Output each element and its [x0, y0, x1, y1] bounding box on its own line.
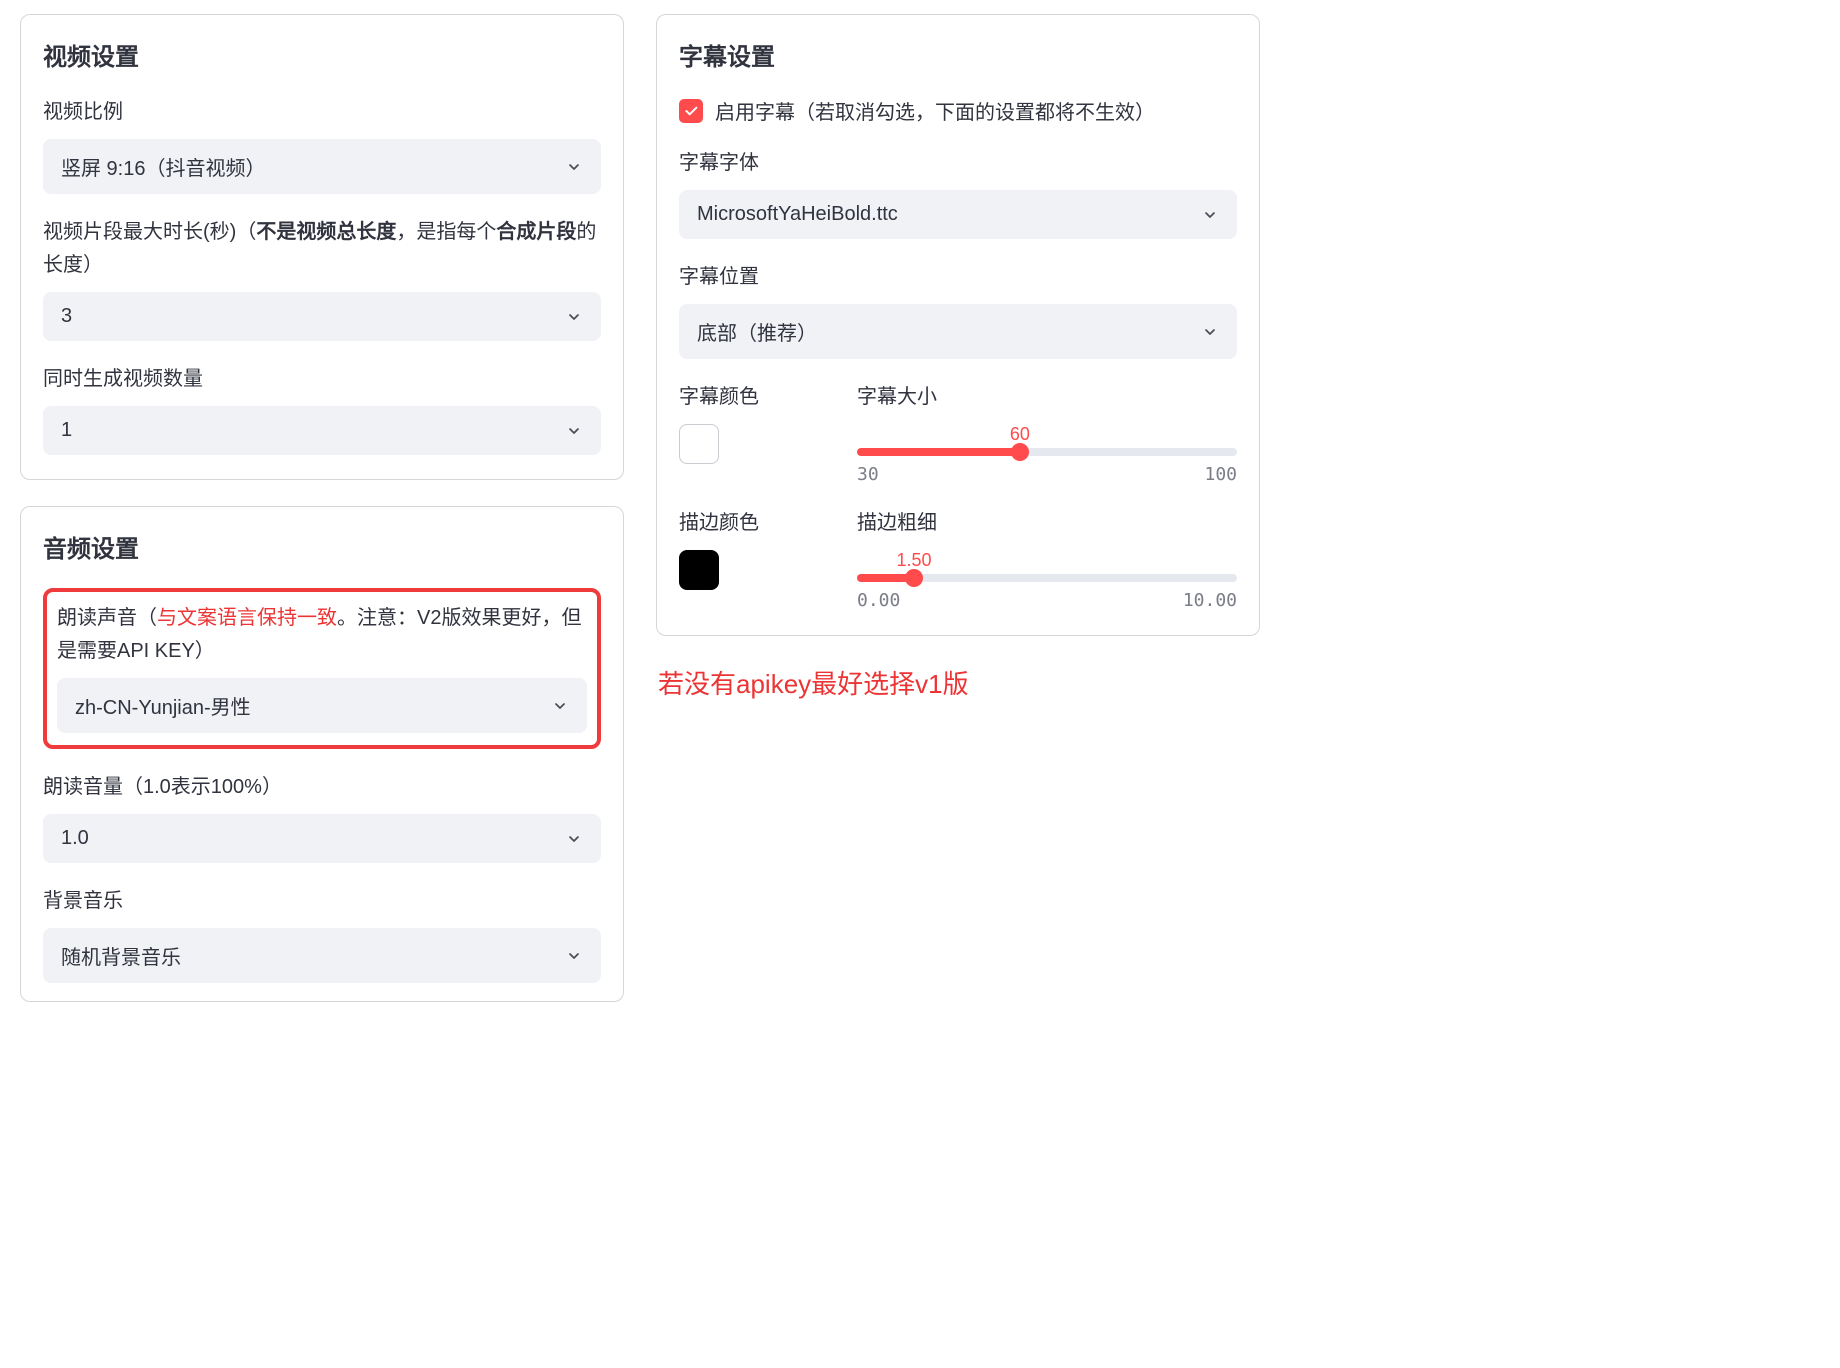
- video-aspect-label: 视频比例: [43, 96, 601, 129]
- video-settings-title: 视频设置: [43, 37, 601, 72]
- subtitle-font-value: MicrosoftYaHeiBold.ttc: [697, 203, 898, 226]
- chevron-down-icon: [565, 947, 583, 965]
- voice-select[interactable]: zh-CN-Yunjian-男性: [57, 678, 587, 733]
- volume-label: 朗读音量（1.0表示100%）: [43, 771, 601, 804]
- chevron-down-icon: [565, 830, 583, 848]
- concurrent-videos-label: 同时生成视频数量: [43, 363, 601, 396]
- subtitle-position-select[interactable]: 底部（推荐）: [679, 304, 1237, 359]
- subtitle-position-label: 字幕位置: [679, 261, 1237, 294]
- subtitle-font-select[interactable]: MicrosoftYaHeiBold.ttc: [679, 190, 1237, 239]
- bgm-value: 随机背景音乐: [61, 941, 181, 970]
- bgm-select[interactable]: 随机背景音乐: [43, 928, 601, 983]
- chevron-down-icon: [1201, 206, 1219, 224]
- voice-value: zh-CN-Yunjian-男性: [75, 691, 251, 720]
- volume-value: 1.0: [61, 827, 89, 850]
- stroke-width-max: 10.00: [1183, 590, 1237, 611]
- stroke-color-label: 描边颜色: [679, 507, 829, 540]
- clip-duration-label: 视频片段最大时长(秒)（不是视频总长度，是指每个合成片段的长度）: [43, 216, 601, 282]
- bgm-label: 背景音乐: [43, 885, 601, 918]
- subtitle-position-value: 底部（推荐）: [697, 317, 817, 346]
- enable-subtitle-checkbox[interactable]: [679, 99, 703, 123]
- subtitle-settings-panel: 字幕设置 启用字幕（若取消勾选，下面的设置都将不生效） 字幕字体 Microso…: [656, 14, 1260, 636]
- chevron-down-icon: [551, 697, 569, 715]
- clip-duration-value: 3: [61, 305, 72, 328]
- stroke-width-min: 0.00: [857, 590, 900, 611]
- chevron-down-icon: [1201, 323, 1219, 341]
- subtitle-settings-title: 字幕设置: [679, 37, 1237, 72]
- concurrent-videos-value: 1: [61, 419, 72, 442]
- subtitle-size-slider[interactable]: 60 30 100: [857, 424, 1237, 485]
- audio-settings-title: 音频设置: [43, 529, 601, 564]
- chevron-down-icon: [565, 308, 583, 326]
- subtitle-size-min: 30: [857, 464, 879, 485]
- stroke-color-swatch[interactable]: [679, 550, 719, 590]
- apikey-note: 若没有apikey最好选择v1版: [658, 664, 1260, 701]
- subtitle-size-label: 字幕大小: [857, 381, 1237, 414]
- subtitle-font-label: 字幕字体: [679, 147, 1237, 180]
- stroke-width-slider[interactable]: 1.50 0.00 10.00: [857, 550, 1237, 611]
- concurrent-videos-select[interactable]: 1: [43, 406, 601, 455]
- enable-subtitle-label: 启用字幕（若取消勾选，下面的设置都将不生效）: [715, 96, 1155, 125]
- check-icon: [683, 103, 699, 119]
- chevron-down-icon: [565, 158, 583, 176]
- stroke-width-label: 描边粗细: [857, 507, 1237, 540]
- volume-select[interactable]: 1.0: [43, 814, 601, 863]
- subtitle-color-swatch[interactable]: [679, 424, 719, 464]
- video-aspect-value: 竖屏 9:16（抖音视频）: [61, 152, 265, 181]
- video-settings-panel: 视频设置 视频比例 竖屏 9:16（抖音视频） 视频片段最大时长(秒)（不是视频…: [20, 14, 624, 480]
- voice-label: 朗读声音（与文案语言保持一致。注意：V2版效果更好，但是需要API KEY）: [57, 602, 587, 668]
- audio-settings-panel: 音频设置 朗读声音（与文案语言保持一致。注意：V2版效果更好，但是需要API K…: [20, 506, 624, 1002]
- video-aspect-select[interactable]: 竖屏 9:16（抖音视频）: [43, 139, 601, 194]
- clip-duration-select[interactable]: 3: [43, 292, 601, 341]
- chevron-down-icon: [565, 422, 583, 440]
- subtitle-color-label: 字幕颜色: [679, 381, 829, 414]
- subtitle-size-max: 100: [1204, 464, 1237, 485]
- voice-highlight-box: 朗读声音（与文案语言保持一致。注意：V2版效果更好，但是需要API KEY） z…: [43, 588, 601, 749]
